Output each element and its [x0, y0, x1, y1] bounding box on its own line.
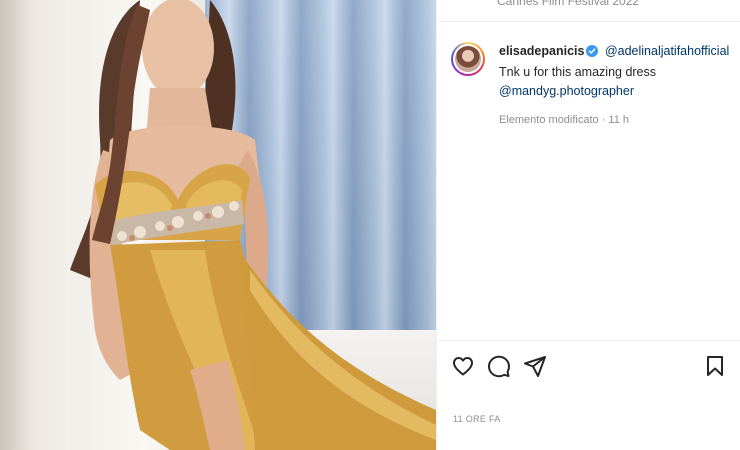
comment-body: elisadepanicis @adelinaljatifahofficial … [499, 42, 729, 130]
actions-bar [437, 340, 740, 388]
heart-icon[interactable] [451, 354, 475, 378]
avatar[interactable] [455, 46, 481, 72]
paper-plane-icon[interactable] [523, 354, 547, 378]
post-photo[interactable] [0, 0, 436, 450]
verified-badge-icon [586, 44, 599, 63]
mention-link[interactable]: @mandyg.photographer [499, 82, 729, 101]
caption-text: Tnk u for this amazing dress [499, 65, 657, 79]
edited-meta: Elemento modificato · 11 h [499, 114, 630, 126]
instagram-post: Cannes Film Festival 2022 elisadepanicis… [0, 0, 740, 450]
story-ring[interactable] [451, 42, 485, 76]
comment-icon[interactable] [487, 354, 511, 378]
post-timestamp[interactable]: 11 ORE FA [453, 414, 501, 424]
post-header: Cannes Film Festival 2022 [437, 0, 740, 22]
bookmark-icon[interactable] [703, 354, 727, 378]
post-side-panel: Cannes Film Festival 2022 elisadepanicis… [436, 0, 740, 450]
post-location[interactable]: Cannes Film Festival 2022 [497, 0, 639, 8]
photo-woman-in-gold-dress [70, 0, 436, 450]
mention-link[interactable]: @adelinaljatifahofficial [605, 44, 729, 58]
caption-comment: elisadepanicis @adelinaljatifahofficial … [451, 42, 737, 130]
username-link[interactable]: elisadepanicis [499, 44, 584, 58]
